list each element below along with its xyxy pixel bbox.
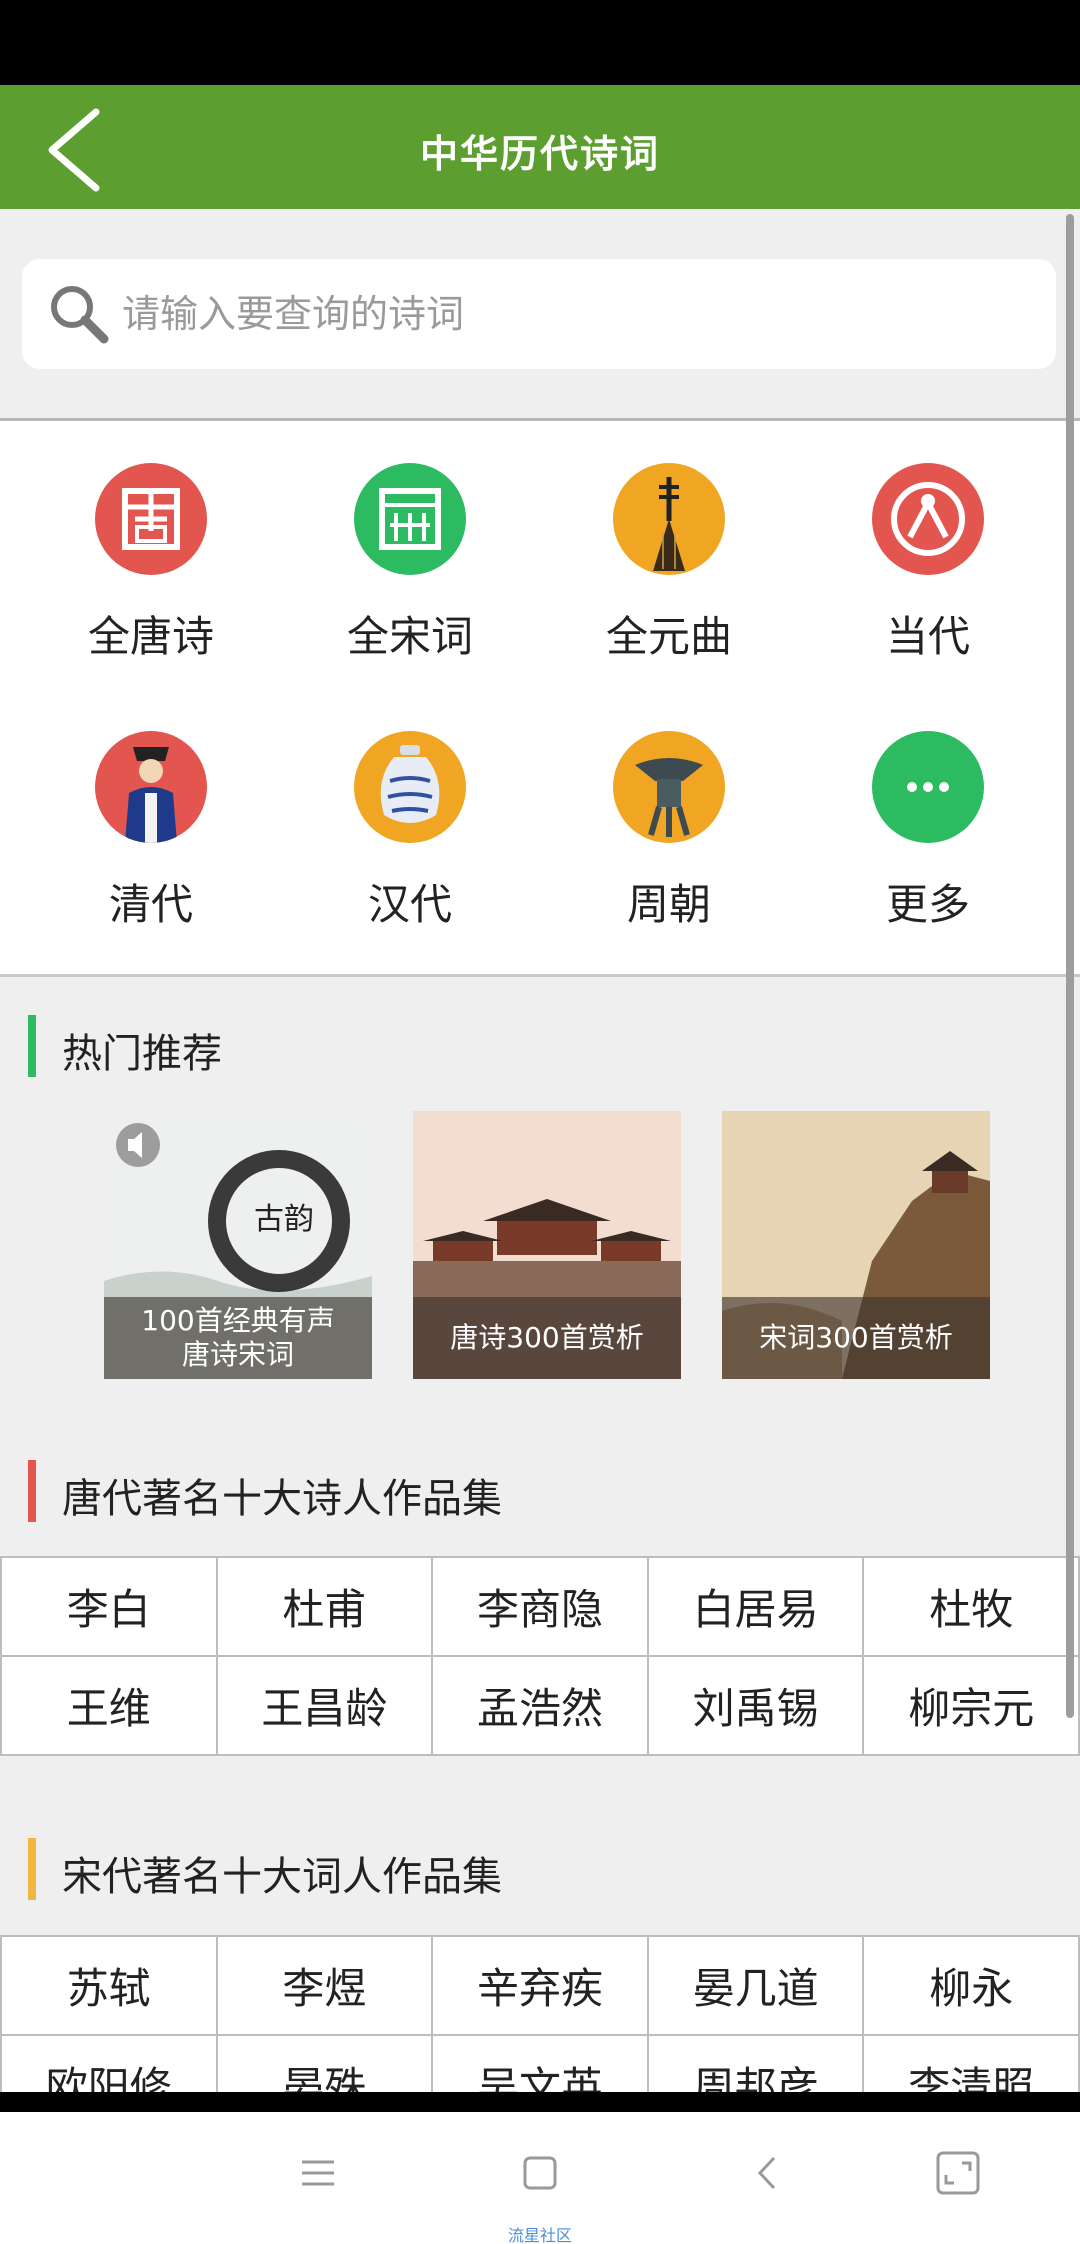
poet-cell[interactable]: 晏殊	[218, 2036, 434, 2092]
category-label: 全元曲	[605, 612, 732, 661]
rec-caption: 100首经典有声 唐诗宋词	[104, 1297, 372, 1379]
search-box[interactable]	[22, 259, 1056, 369]
poet-cell[interactable]: 欧阳修	[2, 2036, 218, 2092]
poet-cell[interactable]: 李商隐	[433, 1558, 649, 1657]
modern-emblem-icon	[872, 463, 984, 575]
poet-cell[interactable]: 王昌龄	[217, 1657, 434, 1756]
chevron-left-icon	[757, 2156, 776, 2190]
category-more[interactable]: 更多	[828, 731, 1028, 951]
song-poet-grid: 苏轼 李煜 辛弃疾 晏几道 柳永 欧阳修 晏殊 吴文英 周邦彦 李清照	[0, 1935, 1080, 2092]
watermark-text: 流星社区	[507, 2226, 572, 2244]
poet-cell[interactable]: 柳宗元	[864, 1657, 1080, 1756]
search-icon	[51, 286, 109, 344]
nav-divider	[0, 2092, 1080, 2112]
category-tang-poetry[interactable]: 全唐诗	[51, 463, 251, 683]
category-yuan-qu[interactable]: 全元曲	[569, 463, 769, 683]
nav-back-button[interactable]	[728, 2138, 808, 2208]
rec-card-song-300[interactable]: 宋词300首赏析	[722, 1111, 990, 1379]
poet-cell[interactable]: 杜甫	[217, 1558, 434, 1657]
poet-cell[interactable]: 吴文英	[433, 2036, 649, 2092]
poet-cell[interactable]: 苏轼	[2, 1937, 218, 2036]
song-section-header: 宋代著名十大词人作品集	[0, 1834, 1080, 1904]
menu-button[interactable]	[278, 2138, 358, 2208]
category-label: 周朝	[626, 880, 711, 929]
menu-icon	[302, 2160, 334, 2186]
section-accent-bar	[28, 1460, 36, 1522]
poet-cell[interactable]: 周邦彦	[649, 2036, 865, 2092]
qing-official-icon	[95, 731, 207, 843]
category-label: 全唐诗	[87, 612, 214, 661]
status-bar	[0, 0, 1080, 85]
poet-cell[interactable]: 孟浩然	[433, 1657, 649, 1756]
poet-cell[interactable]: 李清照	[864, 2036, 1080, 2092]
poet-cell[interactable]: 辛弃疾	[433, 1937, 649, 2036]
category-han[interactable]: 汉代	[310, 731, 510, 951]
content-area: 中华历代诗词 全唐诗	[0, 0, 1080, 2092]
category-label: 当代	[885, 612, 970, 661]
tang-seal-icon	[95, 463, 207, 575]
poet-cell[interactable]: 晏几道	[648, 1937, 865, 2036]
expand-icon	[936, 2151, 980, 2195]
poet-cell[interactable]: 杜牧	[864, 1558, 1080, 1657]
section-title: 热门推荐	[62, 1031, 222, 1077]
pipa-instrument-icon	[613, 463, 725, 575]
system-nav-bar: 流星社区	[0, 2112, 1080, 2244]
category-label: 更多	[885, 880, 970, 929]
home-square-icon	[523, 2156, 557, 2190]
section-accent-bar	[28, 1015, 36, 1077]
app-header: 中华历代诗词	[0, 85, 1080, 209]
rec-caption: 唐诗300首赏析	[413, 1297, 681, 1379]
svg-text:古韵: 古韵	[254, 1202, 314, 1237]
poet-cell[interactable]: 柳永	[864, 1937, 1080, 2036]
rec-caption: 宋词300首赏析	[722, 1297, 990, 1379]
category-panel: 全唐诗 全宋词 全元曲 当代 清代 汉代 周朝 更多	[0, 421, 1080, 977]
poet-cell[interactable]: 李煜	[217, 1937, 434, 2036]
porcelain-jar-icon	[354, 731, 466, 843]
rec-card-tang-300[interactable]: 唐诗300首赏析	[413, 1111, 681, 1379]
section-title: 宋代著名十大词人作品集	[62, 1854, 502, 1900]
song-seal-icon	[354, 463, 466, 575]
page-title: 中华历代诗词	[419, 132, 660, 176]
poet-cell[interactable]: 李白	[2, 1558, 218, 1657]
tang-section-header: 唐代著名十大诗人作品集	[0, 1456, 1080, 1526]
category-zhou[interactable]: 周朝	[569, 731, 769, 951]
hot-section-header: 热门推荐	[0, 1011, 1080, 1081]
rec-card-audio-poems[interactable]: 古韵 100首经典有声 唐诗宋词	[104, 1111, 372, 1379]
category-modern[interactable]: 当代	[828, 463, 1028, 683]
category-song-ci[interactable]: 全宋词	[310, 463, 510, 683]
search-area	[0, 209, 1080, 421]
scrollbar[interactable]	[1066, 214, 1074, 1718]
category-label: 汉代	[367, 880, 452, 929]
home-button[interactable]	[500, 2138, 580, 2208]
poet-cell[interactable]: 刘禹锡	[648, 1657, 865, 1756]
more-dots-icon	[872, 731, 984, 843]
section-accent-bar	[28, 1838, 36, 1900]
category-label: 全宋词	[346, 612, 473, 661]
poet-cell[interactable]: 王维	[2, 1657, 218, 1756]
bronze-vessel-icon	[613, 731, 725, 843]
search-input[interactable]	[122, 277, 1022, 351]
screenshot-button[interactable]	[918, 2138, 998, 2208]
category-label: 清代	[108, 880, 193, 929]
category-qing[interactable]: 清代	[51, 731, 251, 951]
tang-poet-grid: 李白 杜甫 李商隐 白居易 杜牧 王维 王昌龄 孟浩然 刘禹锡 柳宗元	[0, 1556, 1080, 1756]
poet-cell[interactable]: 白居易	[648, 1558, 865, 1657]
section-title: 唐代著名十大诗人作品集	[62, 1476, 502, 1522]
